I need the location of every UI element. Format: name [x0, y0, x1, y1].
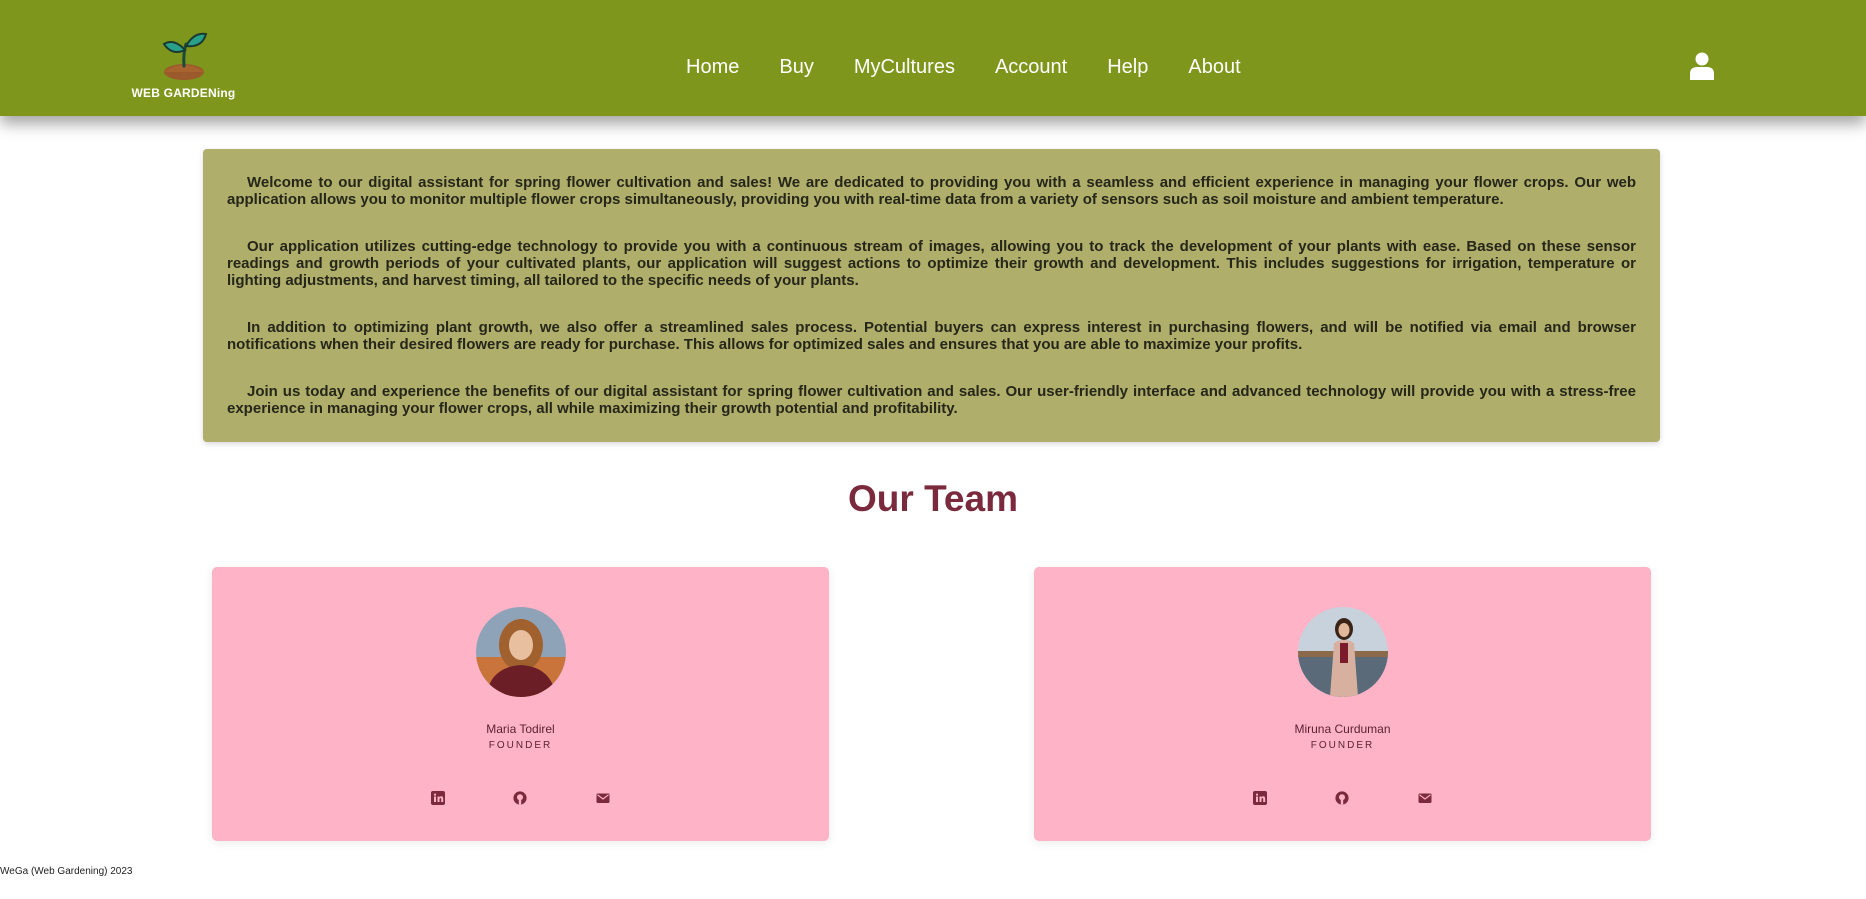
linkedin-icon[interactable] — [1253, 791, 1267, 805]
team-card: Miruna Curduman FOUNDER — [1034, 567, 1651, 841]
team-card: Maria Todirel FOUNDER — [212, 567, 829, 841]
avatar — [1298, 607, 1388, 697]
logo[interactable]: WEB GARDENing — [126, 30, 241, 114]
intro-paragraph: In addition to optimizing plant growth, … — [227, 319, 1636, 353]
main-nav: Home Buy MyCultures Account Help About — [686, 52, 1241, 82]
nav-about[interactable]: About — [1188, 52, 1240, 82]
sprout-logo-icon — [162, 32, 207, 80]
member-name: Miruna Curduman — [1294, 722, 1391, 736]
site-header: WEB GARDENing Home Buy MyCultures Accoun… — [0, 0, 1866, 116]
nav-account[interactable]: Account — [995, 52, 1067, 82]
user-icon — [1690, 52, 1714, 80]
nav-mycultures[interactable]: MyCultures — [854, 52, 955, 82]
member-name: Maria Todirel — [486, 722, 555, 736]
team-title: Our Team — [848, 478, 1018, 519]
intro-paragraph: Welcome to our digital assistant for spr… — [227, 174, 1636, 208]
nav-buy[interactable]: Buy — [779, 52, 813, 82]
nav-home[interactable]: Home — [686, 52, 739, 82]
envelope-icon[interactable] — [1418, 791, 1432, 805]
social-links — [1034, 791, 1651, 807]
social-links — [212, 791, 829, 807]
intro-paragraph: Join us today and experience the benefit… — [227, 383, 1636, 417]
intro-paragraph: Our application utilizes cutting-edge te… — [227, 238, 1636, 289]
linkedin-icon[interactable] — [431, 791, 445, 805]
member-role: FOUNDER — [1310, 740, 1375, 751]
github-icon[interactable] — [513, 791, 527, 805]
avatar — [476, 607, 566, 697]
envelope-icon[interactable] — [596, 791, 610, 805]
github-icon[interactable] — [1335, 791, 1349, 805]
intro-section: Welcome to our digital assistant for spr… — [203, 149, 1660, 442]
logo-text: WEB GARDENing — [131, 86, 236, 100]
account-button[interactable] — [1690, 52, 1718, 82]
member-role: FOUNDER — [488, 740, 553, 751]
nav-help[interactable]: Help — [1107, 52, 1148, 82]
footer-text: WeGa (Web Gardening) 2023 — [0, 866, 133, 877]
